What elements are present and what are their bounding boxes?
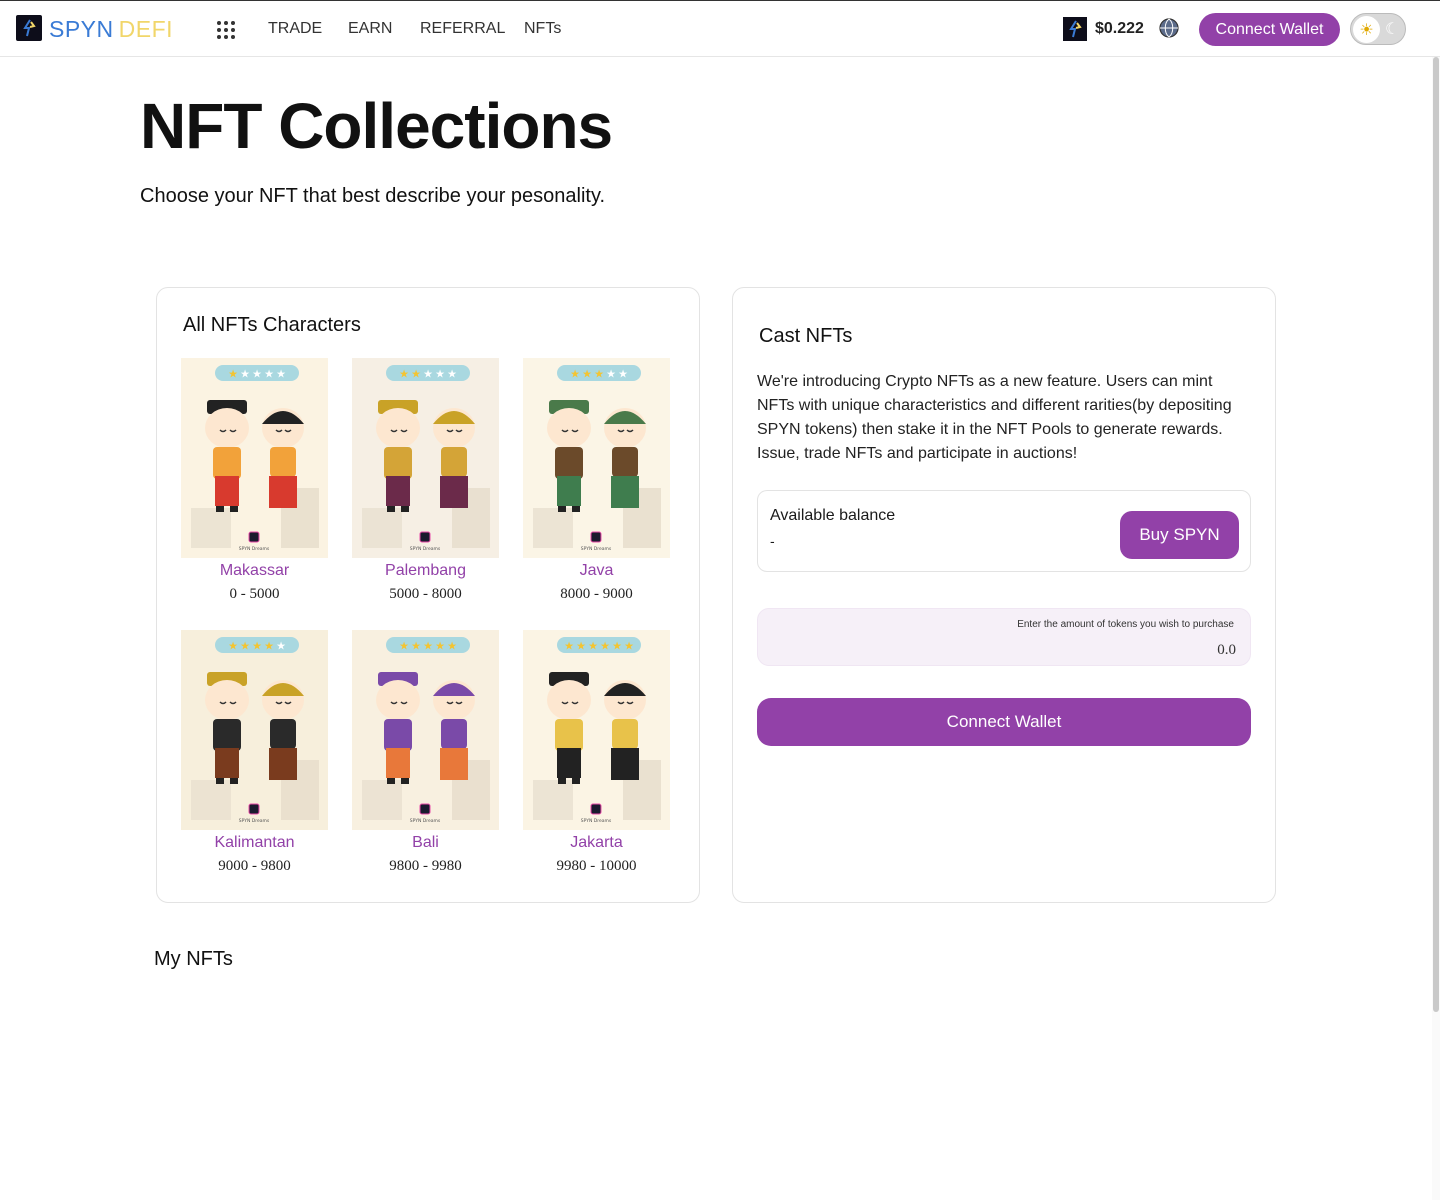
- nft-image-makassar: ★ ★ ★ ★ ★ SPYN Dreams: [181, 358, 328, 558]
- brand-logo-text[interactable]: SPYN DEFI: [49, 15, 173, 43]
- nft-image-kalimantan: ★ ★ ★ ★ ★ SPYN Dreams: [181, 630, 328, 830]
- svg-text:★: ★: [252, 368, 262, 381]
- svg-text:★: ★: [228, 368, 238, 381]
- cast-nfts-description: We're introducing Crypto NFTs as a new f…: [757, 373, 1232, 462]
- svg-text:★: ★: [423, 640, 433, 653]
- svg-text:★: ★: [252, 640, 262, 653]
- svg-text:★: ★: [240, 368, 250, 381]
- brand-name-part2: DEFI: [118, 16, 174, 42]
- svg-text:SPYN Dreams: SPYN Dreams: [410, 546, 441, 552]
- nft-item-makassar[interactable]: ★ ★ ★ ★ ★ SPYN Dreams Makassar 0 - 5000: [181, 358, 328, 604]
- svg-text:★: ★: [612, 640, 622, 653]
- page-scrollbar[interactable]: [1432, 57, 1440, 1200]
- theme-toggle[interactable]: ☀ ☾: [1350, 13, 1406, 45]
- nft-item-jakarta[interactable]: ★ ★ ★ ★ ★ ★ SPYN Dreams Jakarta 9980 - 10000: [523, 630, 670, 876]
- brand-name-part1: SPYN: [49, 16, 114, 42]
- token-amount-hint: Enter the amount of tokens you wish to p…: [1017, 619, 1234, 630]
- nft-image-java: ★ ★ ★ ★ ★ SPYN Dreams: [523, 358, 670, 558]
- top-navbar: SPYN DEFI TRADE EARN REFERRAL NFTs $0.222…: [0, 0, 1440, 57]
- svg-text:SPYN Dreams: SPYN Dreams: [581, 818, 612, 824]
- nft-name: Jakarta: [570, 834, 623, 851]
- nft-image-jakarta: ★ ★ ★ ★ ★ ★ SPYN Dreams: [523, 630, 670, 830]
- svg-text:★: ★: [264, 640, 274, 653]
- svg-text:SPYN Dreams: SPYN Dreams: [239, 546, 270, 552]
- connect-wallet-button[interactable]: Connect Wallet: [757, 698, 1251, 746]
- svg-text:★: ★: [594, 368, 604, 381]
- nft-image-bali: ★ ★ ★ ★ ★ SPYN Dreams: [352, 630, 499, 830]
- token-amount-input[interactable]: [936, 639, 1236, 661]
- nft-name: Palembang: [385, 562, 466, 579]
- page-title: NFT Collections: [140, 90, 613, 162]
- svg-text:★: ★: [447, 640, 457, 653]
- svg-text:★: ★: [276, 640, 286, 653]
- svg-text:★: ★: [435, 640, 445, 653]
- svg-text:★: ★: [411, 368, 421, 381]
- nft-range: 8000 - 9000: [560, 586, 633, 602]
- svg-text:★: ★: [240, 640, 250, 653]
- svg-text:★: ★: [399, 640, 409, 653]
- nft-range: 5000 - 8000: [389, 586, 462, 602]
- svg-text:★: ★: [435, 368, 445, 381]
- nft-characters-card: All NFTs Characters ★ ★ ★ ★ ★ SPYN Dreams Mak…: [156, 287, 700, 903]
- nft-range: 0 - 5000: [229, 586, 280, 602]
- available-balance-value: -: [770, 533, 775, 549]
- apps-grid-icon[interactable]: [217, 21, 235, 39]
- svg-text:★: ★: [276, 368, 286, 381]
- nft-characters-title: All NFTs Characters: [183, 314, 361, 336]
- my-nfts-title: My NFTs: [154, 948, 233, 970]
- svg-text:★: ★: [228, 640, 238, 653]
- nft-name: Bali: [412, 834, 439, 851]
- svg-text:★: ★: [588, 640, 598, 653]
- page-subtitle: Choose your NFT that best describe your …: [140, 185, 606, 207]
- spyn-logo-icon[interactable]: [16, 15, 42, 41]
- svg-text:SPYN Dreams: SPYN Dreams: [239, 818, 270, 824]
- nft-item-java[interactable]: ★ ★ ★ ★ ★ SPYN Dreams Java 8000 - 9000: [523, 358, 670, 604]
- nft-item-bali[interactable]: ★ ★ ★ ★ ★ SPYN Dreams Bali 9800 - 9980: [352, 630, 499, 876]
- svg-text:★: ★: [264, 368, 274, 381]
- nft-item-palembang[interactable]: ★ ★ ★ ★ ★ SPYN Dreams Palembang 5000 - 8000: [352, 358, 499, 604]
- nft-name: Makassar: [219, 562, 290, 579]
- svg-text:★: ★: [423, 368, 433, 381]
- svg-text:★: ★: [399, 368, 409, 381]
- spyn-token-icon: [1063, 17, 1087, 41]
- token-price: $0.222: [1095, 20, 1144, 37]
- globe-icon[interactable]: [1158, 17, 1180, 39]
- svg-text:★: ★: [624, 640, 634, 653]
- svg-text:SPYN Dreams: SPYN Dreams: [410, 818, 441, 824]
- svg-text:★: ★: [570, 368, 580, 381]
- svg-text:★: ★: [600, 640, 610, 653]
- svg-text:★: ★: [606, 368, 616, 381]
- sun-icon: ☀: [1353, 16, 1380, 43]
- nav-nfts[interactable]: NFTs: [524, 19, 561, 39]
- svg-text:★: ★: [576, 640, 586, 653]
- nft-range: 9000 - 9800: [218, 858, 291, 874]
- nft-name: Kalimantan: [214, 834, 295, 851]
- scrollbar-thumb[interactable]: [1433, 57, 1439, 1012]
- svg-text:SPYN Dreams: SPYN Dreams: [581, 546, 612, 552]
- token-amount-panel[interactable]: Enter the amount of tokens you wish to p…: [757, 608, 1251, 666]
- available-balance-panel: Available balance - Buy SPYN: [757, 490, 1251, 572]
- svg-text:★: ★: [582, 368, 592, 381]
- nft-name: Java: [579, 562, 614, 579]
- nft-range: 9800 - 9980: [389, 858, 462, 874]
- nav-referral[interactable]: REFERRAL: [420, 19, 505, 39]
- nav-trade[interactable]: TRADE: [268, 19, 322, 39]
- cast-nfts-card: Cast NFTs We're introducing Crypto NFTs …: [732, 287, 1276, 903]
- connect-wallet-header-button[interactable]: Connect Wallet: [1199, 13, 1340, 46]
- available-balance-label: Available balance: [770, 507, 896, 524]
- cast-nfts-title: Cast NFTs: [759, 325, 853, 347]
- nft-item-kalimantan[interactable]: ★ ★ ★ ★ ★ SPYN Dreams Kalimantan 9000 - 9800: [181, 630, 328, 876]
- svg-text:★: ★: [618, 368, 628, 381]
- nft-image-palembang: ★ ★ ★ ★ ★ SPYN Dreams: [352, 358, 499, 558]
- svg-text:★: ★: [411, 640, 421, 653]
- buy-spyn-button[interactable]: Buy SPYN: [1120, 511, 1239, 559]
- nav-earn[interactable]: EARN: [348, 19, 392, 39]
- moon-icon: ☾: [1385, 21, 1400, 38]
- nft-range: 9980 - 10000: [556, 858, 637, 874]
- svg-text:★: ★: [564, 640, 574, 653]
- svg-text:★: ★: [447, 368, 457, 381]
